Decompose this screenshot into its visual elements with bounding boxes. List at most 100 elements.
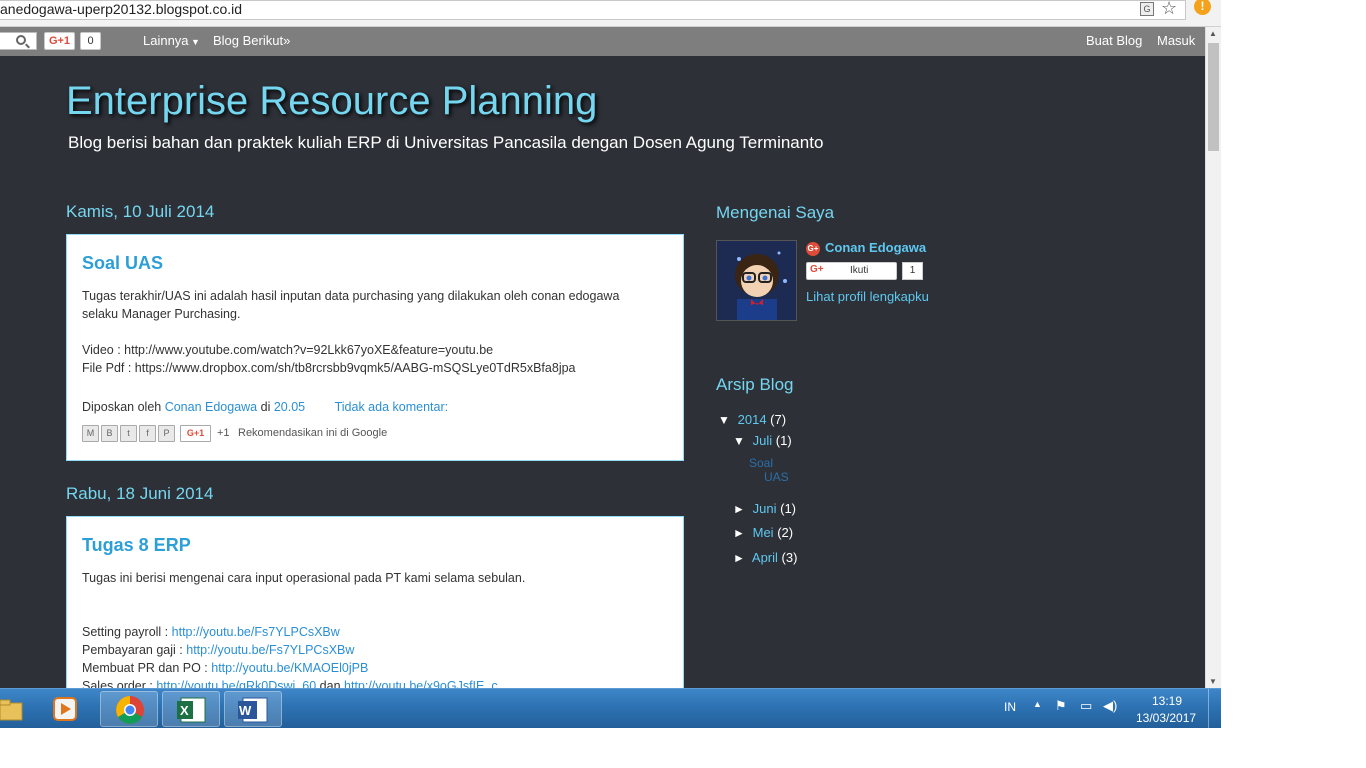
post-body-line: Tugas ini berisi mengenai cara input ope… (82, 571, 526, 585)
view-full-profile-link[interactable]: Lihat profil lengkapku (806, 289, 929, 304)
follow-button[interactable]: G+ Ikuti (806, 262, 897, 280)
archive-post-word: Soal (749, 456, 774, 470)
excel-icon: X (177, 697, 206, 723)
archive-month-count: (1) (775, 433, 792, 448)
navbar-search[interactable] (0, 32, 37, 50)
blog-page: Enterprise Resource Planning Blog berisi… (0, 56, 1205, 688)
post-body-line: selaku Manager Purchasing. (82, 307, 241, 321)
alert-icon[interactable]: ! (1194, 0, 1211, 15)
navbar-sign-in[interactable]: Masuk (1157, 33, 1195, 49)
language-indicator[interactable]: IN (1004, 700, 1016, 714)
salary-video-link[interactable]: http://youtu.be/Fs7YLPCsXBw (186, 643, 354, 657)
url-text[interactable]: anedogawa-uperp20132.blogspot.co.id (0, 1, 242, 17)
action-center-flag-icon[interactable]: ⚑ (1055, 698, 1067, 714)
navbar-create-blog[interactable]: Buat Blog (1086, 33, 1142, 49)
gplus-share-button[interactable]: G+1 (180, 425, 211, 442)
pinterest-share-icon[interactable]: P (158, 425, 175, 442)
archive-month-link[interactable]: Mei (753, 525, 774, 540)
archive-month-link[interactable]: Juli (753, 433, 773, 448)
archive-year[interactable]: ▼ 2014 (7) (718, 412, 786, 428)
folder-icon (0, 699, 23, 721)
email-share-icon[interactable]: M (82, 425, 99, 442)
archive-month-link[interactable]: April (752, 550, 778, 565)
follow-count: 1 (902, 262, 923, 280)
follow-label: Ikuti (850, 265, 869, 276)
blogger-navbar: G+1 0 Lainnya ▼ Blog Berikut» Buat Blog … (0, 27, 1205, 56)
profile-name-link[interactable]: Conan Edogawa (825, 240, 926, 255)
plus-one-label: +1 (217, 427, 230, 439)
network-icon[interactable]: ▭ (1080, 698, 1092, 714)
search-icon[interactable] (16, 35, 26, 45)
avatar[interactable] (716, 240, 797, 321)
archive-month[interactable]: ► April (3) (733, 550, 797, 566)
sales-video-link-1[interactable]: http://youtu.be/gRk0Dswi_60 (156, 679, 316, 688)
triangle-right-icon[interactable]: ► (733, 550, 749, 566)
avatar-image (717, 241, 796, 320)
triangle-right-icon[interactable]: ► (733, 501, 749, 517)
browser-address-bar: anedogawa-uperp20132.blogspot.co.id G ☆ … (0, 0, 1221, 27)
post-card: Soal UAS Tugas terakhir/UAS ini adalah h… (66, 234, 684, 461)
show-desktop-button[interactable] (1208, 689, 1221, 728)
post-pdf-line: File Pdf : https://www.dropbox.com/sh/tb… (82, 361, 576, 375)
triangle-down-icon[interactable]: ▼ (733, 433, 749, 449)
link-label: Sales order : (82, 679, 153, 688)
sales-video-link-2[interactable]: http://youtu.be/x9oGJsfIE_c (344, 679, 498, 688)
archive-month-count: (1) (780, 501, 796, 516)
archive-month-count: (3) (781, 550, 798, 565)
post-footer: Diposkan oleh Conan Edogawa di 20.05 Tid… (82, 398, 448, 416)
clock-date[interactable]: 13/03/2017 (1136, 711, 1196, 725)
triangle-down-icon[interactable]: ▼ (718, 412, 734, 428)
media-player-taskbar-button[interactable] (36, 691, 94, 727)
post-comments-link[interactable]: Tidak ada komentar: (335, 400, 448, 414)
post-title[interactable]: Tugas 8 ERP (82, 535, 191, 556)
about-me-heading: Mengenai Saya (716, 203, 835, 222)
twitter-share-icon[interactable]: t (120, 425, 137, 442)
caret-down-icon: ▼ (188, 37, 200, 47)
post-card: Tugas 8 ERP Tugas ini berisi mengenai ca… (66, 516, 684, 688)
clock-time[interactable]: 13:19 (1152, 694, 1182, 708)
facebook-share-icon[interactable]: f (139, 425, 156, 442)
post-link-line: Setting payroll : http://youtu.be/Fs7YLP… (82, 623, 340, 641)
archive-post-word: UAS (764, 470, 789, 484)
volume-icon[interactable]: ◀) (1103, 698, 1117, 714)
chrome-taskbar-button[interactable] (100, 691, 158, 727)
navbar-more-menu[interactable]: Lainnya ▼ (143, 33, 200, 50)
url-field[interactable]: anedogawa-uperp20132.blogspot.co.id G ☆ (0, 0, 1186, 20)
archive-post-link[interactable]: UAS (764, 469, 789, 485)
archive-month-count: (2) (777, 525, 794, 540)
translate-icon[interactable]: G (1140, 2, 1154, 16)
post-time-link[interactable]: 20.05 (274, 400, 305, 414)
archive-month[interactable]: ▼ Juli (1) (733, 433, 792, 449)
blog-description: Blog berisi bahan dan praktek kuliah ERP… (68, 133, 824, 152)
excel-taskbar-button[interactable]: X (162, 691, 220, 727)
prpo-video-link[interactable]: http://youtu.be/KMAOEl0jPB (211, 661, 368, 675)
bookmark-star-icon[interactable]: ☆ (1161, 0, 1177, 19)
word-icon: W (238, 697, 268, 723)
triangle-right-icon[interactable]: ► (733, 525, 749, 541)
blogger-share-icon[interactable]: B (101, 425, 118, 442)
media-player-icon (53, 697, 77, 721)
link-label: Setting payroll : (82, 625, 169, 639)
file-explorer-taskbar-button[interactable] (0, 691, 24, 727)
archive-heading: Arsip Blog (716, 375, 794, 394)
navbar-next-blog[interactable]: Blog Berikut» (213, 33, 290, 49)
scroll-down-arrow-icon[interactable]: ▼ (1209, 677, 1217, 686)
payroll-video-link[interactable]: http://youtu.be/Fs7YLPCsXBw (172, 625, 340, 639)
follow-gplus-icon: G+ (810, 264, 824, 275)
archive-month[interactable]: ► Mei (2) (733, 525, 793, 541)
vertical-scrollbar[interactable]: ▲ ▼ (1205, 27, 1221, 688)
svg-text:W: W (239, 703, 252, 718)
navbar-gplus-button[interactable]: G+1 (44, 32, 75, 50)
post-author-link[interactable]: Conan Edogawa (165, 400, 257, 414)
archive-year-link[interactable]: 2014 (738, 412, 767, 427)
word-taskbar-button[interactable]: W (224, 691, 282, 727)
scroll-thumb[interactable] (1208, 43, 1219, 151)
post-title[interactable]: Soal UAS (82, 253, 163, 274)
blog-title[interactable]: Enterprise Resource Planning (66, 78, 597, 124)
chrome-icon (116, 696, 144, 724)
scroll-up-arrow-icon[interactable]: ▲ (1209, 29, 1217, 38)
screen: anedogawa-uperp20132.blogspot.co.id G ☆ … (0, 0, 1221, 728)
show-hidden-icons-icon[interactable]: ▲ (1033, 699, 1042, 709)
archive-month[interactable]: ► Juni (1) (733, 501, 796, 517)
archive-month-link[interactable]: Juni (753, 501, 777, 516)
